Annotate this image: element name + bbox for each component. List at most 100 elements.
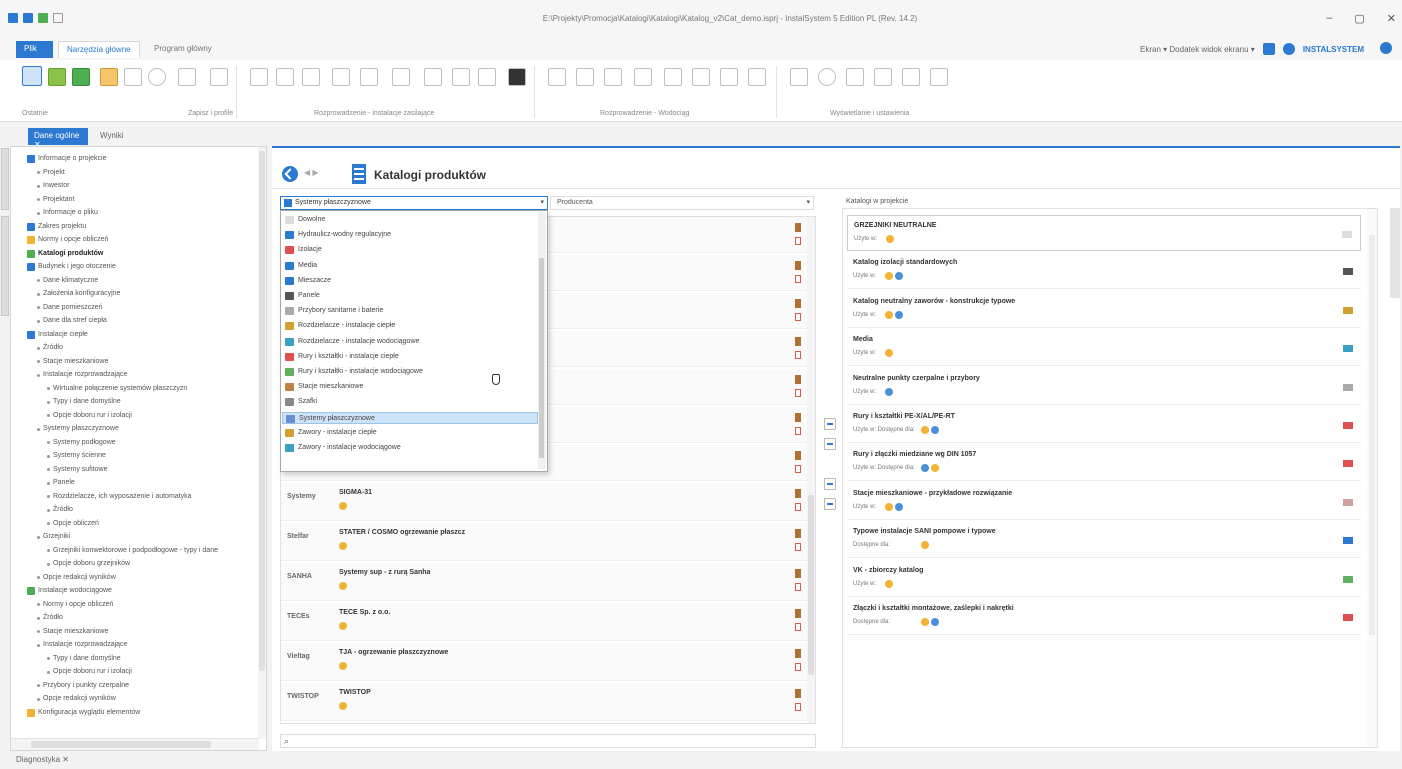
tree-item[interactable]: Źródło [47,504,73,516]
remove-all-button[interactable] [824,498,836,510]
tree-item[interactable]: Założenia konfiguracyjne [37,288,120,300]
remove-icon[interactable] [795,623,801,631]
vertical-scrollbar[interactable] [1367,209,1377,747]
tab-project-browser[interactable] [1,216,9,316]
remove-icon[interactable] [795,351,801,359]
tree-item[interactable]: Opcje redakcji wyników [37,693,116,705]
box-icon[interactable] [276,68,294,86]
tree-item[interactable]: Panele [47,477,75,489]
tree-item[interactable]: Grzejniki konwektorowe i podpodłogowe - … [47,545,218,557]
tree-item[interactable]: Instalacje rozprowadzające [37,639,127,651]
remove-icon[interactable] [795,543,801,551]
undo-icon[interactable] [53,13,63,23]
project-catalog-row[interactable]: Neutralne punkty czerpalne i przybory Uży… [847,369,1361,405]
vertical-scrollbar[interactable] [258,147,266,739]
dropdown-option[interactable]: Hydraulicz-wodny regulacyjne [282,229,538,241]
tree-item[interactable]: Systemy sufitowe [47,464,107,476]
dropdown-option[interactable]: Rozdzielacze - instalacje ciepłe [282,320,538,332]
scroll-thumb[interactable] [808,495,814,675]
user-name[interactable]: INSTALSYSTEM [1303,45,1364,54]
view-menu[interactable]: Ekran ▾ Dodatek widok ekranu ▾ [1140,45,1255,54]
tree-item[interactable]: Instalacje wodociągowe [27,585,112,597]
tree-item[interactable]: Typy i dane domyślne [47,396,121,408]
catalog-row[interactable]: Stelfar STATER / COSMO ogrzewanie płaszcz [281,523,809,561]
remove-icon[interactable] [795,583,801,591]
dropdown-option[interactable]: Systemy płaszczyznowe [282,411,538,424]
pipe2-icon[interactable] [548,68,566,86]
box2-icon[interactable] [576,68,594,86]
remove-icon[interactable] [795,389,801,397]
tree-item[interactable]: Projektant [37,194,75,206]
tree-item[interactable]: Systemy ścienne [47,450,106,462]
dropdown-option[interactable]: Stacje mieszkaniowe [282,381,538,393]
tree-item[interactable]: Źródło [37,612,63,624]
tree-item[interactable]: Informacje o pliku [37,207,98,219]
dropdown-option[interactable]: Szafki [282,396,538,408]
tree-item[interactable]: Opcje redakcji wyników [37,572,116,584]
scroll-thumb[interactable] [31,741,211,748]
save-icon[interactable] [23,13,33,23]
tree-item[interactable]: Grzejniki [37,531,70,543]
tree-item[interactable]: Projekt [37,167,65,179]
lamp-icon[interactable] [790,68,808,86]
table2-icon[interactable] [664,68,682,86]
book-icon[interactable] [795,649,801,658]
panel-icon[interactable] [874,68,892,86]
tree-item[interactable]: Wirtualne połączenie systemów płaszczyzn [47,383,187,395]
book-icon[interactable] [795,569,801,578]
dropdown-option[interactable]: Panele [282,290,538,302]
circle-icon[interactable] [148,68,166,86]
tab-databases[interactable] [1,148,9,210]
add-catalog-button[interactable] [824,418,836,430]
valve2-icon[interactable] [720,68,738,86]
search-icon[interactable] [124,68,142,86]
book-icon[interactable] [795,689,801,698]
scroll-thumb[interactable] [539,258,544,458]
dropdown-option[interactable]: Rury i kształtki - instalacje ciepłe [282,351,538,363]
dropdown-option[interactable]: Izolacje [282,244,538,256]
list2-icon[interactable] [692,68,710,86]
tree-item[interactable]: Budynek i jego otoczenie [27,261,116,273]
book-icon[interactable] [795,261,801,270]
book-icon[interactable] [795,223,801,232]
tree-item[interactable]: Przybory i punkty czerpalne [37,680,129,692]
book-icon[interactable] [795,375,801,384]
remove-icon[interactable] [795,503,801,511]
dropdown-option[interactable]: Media [282,260,538,272]
remove-icon[interactable] [795,663,801,671]
catalog-row[interactable]: TWISTOP TWISTOP [281,683,809,721]
tree-item[interactable]: Stacje mieszkaniowe [37,626,108,638]
back-button[interactable] [282,166,298,182]
remove-icon[interactable] [795,703,801,711]
project-catalog-row[interactable]: Stacje mieszkaniowe - przykładowe rozwią… [847,484,1361,520]
catalog-row[interactable]: Systemy SIGMA-31 [281,483,809,521]
tree-item[interactable]: Typy i dane domyślne [47,653,121,665]
project-catalog-row[interactable]: Rury i kształtki PE-X/AL/PE-RT Użyte w: D… [847,407,1361,443]
tree-item[interactable]: Dane klimatyczne [37,275,98,287]
square-icon[interactable] [846,68,864,86]
house-icon[interactable] [178,68,196,86]
tree-item[interactable]: Systemy podłogowe [47,437,116,449]
line-icon[interactable] [332,68,350,86]
project-catalog-row[interactable]: Katalog izolacji standardowych Użyte w: [847,253,1361,290]
remove-icon[interactable] [795,427,801,435]
tree-item[interactable]: Opcje obliczeń [47,518,99,530]
tree-item[interactable]: Opcje doboru rur i izolacji [47,666,132,678]
frame-icon[interactable] [392,68,410,86]
scroll-thumb[interactable] [259,151,265,671]
tab-general-data[interactable]: Dane ogólne ✕ [28,128,88,149]
edit-icon[interactable] [100,68,118,86]
project-catalog-row[interactable]: GRZEJNIKI NEUTRALNE Użyte w: [847,215,1361,251]
catalog-row[interactable]: SANHA Systemy sup - z rurą Sanha [281,563,809,601]
catalog-row[interactable]: TECEs TECE Sp. z o.o. [281,603,809,641]
settings-icon[interactable] [902,68,920,86]
vertical-scrollbar[interactable] [807,217,815,723]
grid-icon[interactable] [48,68,66,86]
dropdown-option[interactable]: Dowolne [282,214,538,226]
app-icon[interactable] [8,13,18,23]
remove-icon[interactable] [795,313,801,321]
close-button[interactable]: ✕ [1387,12,1396,25]
tree-item[interactable]: Katalogi produktów [27,248,103,260]
producer-select[interactable]: Producenta ▾ [550,196,814,210]
book-icon[interactable] [795,337,801,346]
